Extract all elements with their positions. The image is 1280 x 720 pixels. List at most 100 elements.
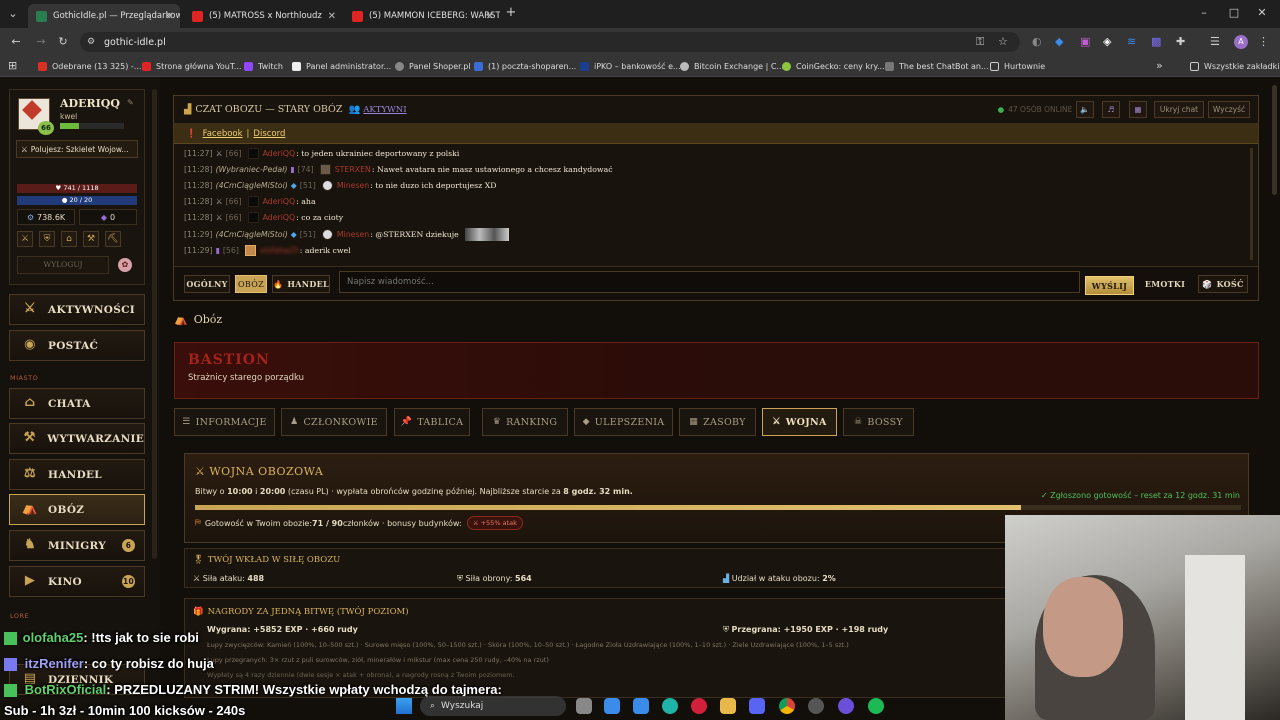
apps-grid-icon[interactable]: ⊞ [8, 59, 17, 73]
quick-btn-home[interactable]: ⌂ [61, 231, 77, 247]
extension-icon[interactable]: ▩ [1151, 35, 1161, 49]
url-field[interactable]: ⚙ gothic-idle.pl ⚿ ☆ [80, 32, 1020, 52]
tab-wojna[interactable]: ⚔ WOJNA [762, 408, 837, 436]
more-bookmarks-icon[interactable]: » [1156, 59, 1163, 73]
bookmark-star-icon[interactable]: ☆ [998, 35, 1008, 49]
extension-icon[interactable]: ◈ [1103, 35, 1111, 49]
dice-button[interactable]: 🎲 KOŚĆ [1198, 275, 1248, 293]
extension-icon[interactable]: ◆ [1055, 35, 1063, 49]
msg-nick[interactable]: AderiQQ [263, 149, 296, 158]
nav-aktywnosci[interactable]: ⚔ AKTYWNOŚCI [9, 294, 145, 325]
music-button[interactable]: ♬ [1102, 101, 1120, 118]
chat-scrollbar[interactable] [1250, 148, 1253, 260]
sound-button[interactable]: 🔈 [1076, 101, 1094, 118]
sidebar-scrollbar[interactable] [152, 89, 157, 559]
tab-czlonkowie[interactable]: ♟ CZŁONKOWIE [281, 408, 387, 436]
bookmark-item[interactable]: Panel Shoper.pl [395, 56, 471, 77]
msg-nick[interactable]: Minesen [337, 230, 369, 239]
extensions-puzzle-icon[interactable]: ✚ [1176, 35, 1185, 49]
close-tab-icon[interactable]: ✕ [486, 11, 494, 22]
chrome-icon[interactable] [779, 698, 795, 714]
tab-matross[interactable]: (5) MATROSS x Northloudz ✕ [184, 4, 342, 28]
all-bookmarks[interactable]: Wszystkie zakładki [1190, 56, 1279, 77]
page-scrollbar[interactable] [1272, 85, 1277, 195]
close-tab-icon[interactable]: ✕ [328, 11, 336, 22]
quick-btn-swords[interactable]: ⚔ [17, 231, 33, 247]
nav-oboz[interactable]: ⛺ OBÓZ [9, 494, 145, 525]
nav-kino[interactable]: ▶ KINO 10 [9, 566, 145, 597]
facebook-link[interactable]: Facebook [203, 129, 243, 139]
channel-oboz-button[interactable]: OBÓZ [235, 275, 267, 293]
maximize-icon[interactable]: □ [1228, 6, 1240, 20]
bookmark-item[interactable]: Odebrane (13 325) -... [38, 56, 141, 77]
edit-icon[interactable]: ✎ [127, 98, 134, 107]
send-button[interactable]: WYŚLIJ [1085, 276, 1134, 295]
hide-chat-button[interactable]: Ukryj chat [1154, 101, 1204, 118]
nav-chata[interactable]: ⌂ CHATA [9, 388, 145, 419]
nav-wytwarzanie[interactable]: ⚒ WYTWARZANIE [9, 423, 145, 454]
tab-ranking[interactable]: ♛ RANKING [482, 408, 568, 436]
active-users-link[interactable]: AKTYWNI [363, 105, 406, 115]
tab-mammon[interactable]: (5) MAMMON ICEBERG: WARST ✕ [344, 4, 500, 28]
bookmark-item[interactable]: Twitch [244, 56, 283, 77]
nav-minigry[interactable]: ♞ MINIGRY 6 [9, 530, 145, 561]
settings-icon[interactable]: ✿ [118, 258, 132, 272]
folder-icon[interactable] [720, 698, 736, 714]
bookmark-item[interactable]: Panel administrator... [292, 56, 391, 77]
back-icon[interactable]: ← [9, 35, 23, 49]
discord-link[interactable]: Discord [253, 129, 285, 139]
discord-icon[interactable] [749, 698, 765, 714]
msg-nick[interactable]: STERXEN [335, 165, 371, 174]
bookmark-item[interactable]: CoinGecko: ceny kry... [782, 56, 885, 77]
forward-icon[interactable]: → [34, 35, 48, 49]
bookmark-item[interactable]: The best ChatBot an... [885, 56, 989, 77]
clear-chat-button[interactable]: Wyczyść [1208, 101, 1250, 118]
minimize-icon[interactable]: – [1198, 6, 1210, 20]
obs-icon[interactable] [838, 698, 854, 714]
channel-ogolny-button[interactable]: OGÓLNY [184, 275, 230, 293]
quick-btn-pick[interactable]: ⛏ [105, 231, 121, 247]
tab-bossy[interactable]: ☠ BOSSY [843, 408, 914, 436]
new-tab-icon[interactable]: + [504, 6, 518, 20]
quick-btn-tool[interactable]: ⚒ [83, 231, 99, 247]
steam-icon[interactable] [808, 698, 824, 714]
close-window-icon[interactable]: ✕ [1256, 6, 1268, 20]
store-icon[interactable] [604, 698, 620, 714]
bookmark-folder[interactable]: Hurtownie [990, 56, 1045, 77]
bookmark-item[interactable]: iPKO – bankowość e... [580, 56, 681, 77]
msg-nick[interactable]: AderiQQ [263, 197, 296, 206]
hunt-status[interactable]: ⚔ Polujesz: Szkielet Wojow... [16, 140, 138, 158]
windows-start-icon[interactable] [396, 698, 412, 714]
reload-icon[interactable]: ↻ [56, 35, 70, 49]
bookmark-item[interactable]: (1) poczta-shoparen... [474, 56, 576, 77]
taskbar-search[interactable]: ⌕ Wyszukaj [420, 696, 566, 716]
grid-button[interactable]: ▦ [1129, 101, 1147, 118]
nav-postac[interactable]: ◉ POSTAĆ [9, 330, 145, 361]
key-icon[interactable]: ⚿ [976, 35, 984, 49]
profile-avatar[interactable]: A [1234, 35, 1248, 49]
opera-icon[interactable] [691, 698, 707, 714]
close-tab-icon[interactable]: ✕ [166, 11, 174, 22]
tab-gothicidle[interactable]: GothicIdle.pl — Przeglądarkow ✕ [28, 4, 180, 28]
site-info-icon[interactable]: ⚙ [87, 35, 95, 49]
extension-icon[interactable]: ≋ [1127, 35, 1136, 49]
nav-handel[interactable]: ⚖ HANDEL [9, 459, 145, 490]
extension-icon[interactable]: ▣ [1080, 35, 1090, 49]
tab-zasoby[interactable]: ▦ ZASOBY [679, 408, 756, 436]
file-explorer-icon[interactable] [633, 698, 649, 714]
msg-nick[interactable]: AderiQQ [263, 213, 296, 222]
tab-list-icon[interactable]: ⌄ [6, 7, 20, 21]
edge-icon[interactable] [662, 698, 678, 714]
msg-nick[interactable]: olofaha25 [260, 246, 299, 255]
channel-handel-button[interactable]: 🔥 HANDEL [272, 275, 330, 293]
menu-dots-icon[interactable]: ⋮ [1258, 35, 1269, 49]
quick-btn-shield[interactable]: ⛨ [39, 231, 55, 247]
tab-ulepszenia[interactable]: ◆ ULEPSZENIA [574, 408, 673, 436]
extension-icon[interactable]: ◐ [1032, 35, 1042, 49]
tab-informacje[interactable]: ☰ INFORMACJE [174, 408, 275, 436]
msg-nick[interactable]: Minesen [337, 181, 369, 190]
reading-list-icon[interactable]: ☰ [1210, 35, 1220, 49]
spotify-icon[interactable] [868, 698, 884, 714]
logout-button[interactable]: WYLOGUJ [17, 256, 109, 274]
task-view-icon[interactable] [576, 698, 592, 714]
